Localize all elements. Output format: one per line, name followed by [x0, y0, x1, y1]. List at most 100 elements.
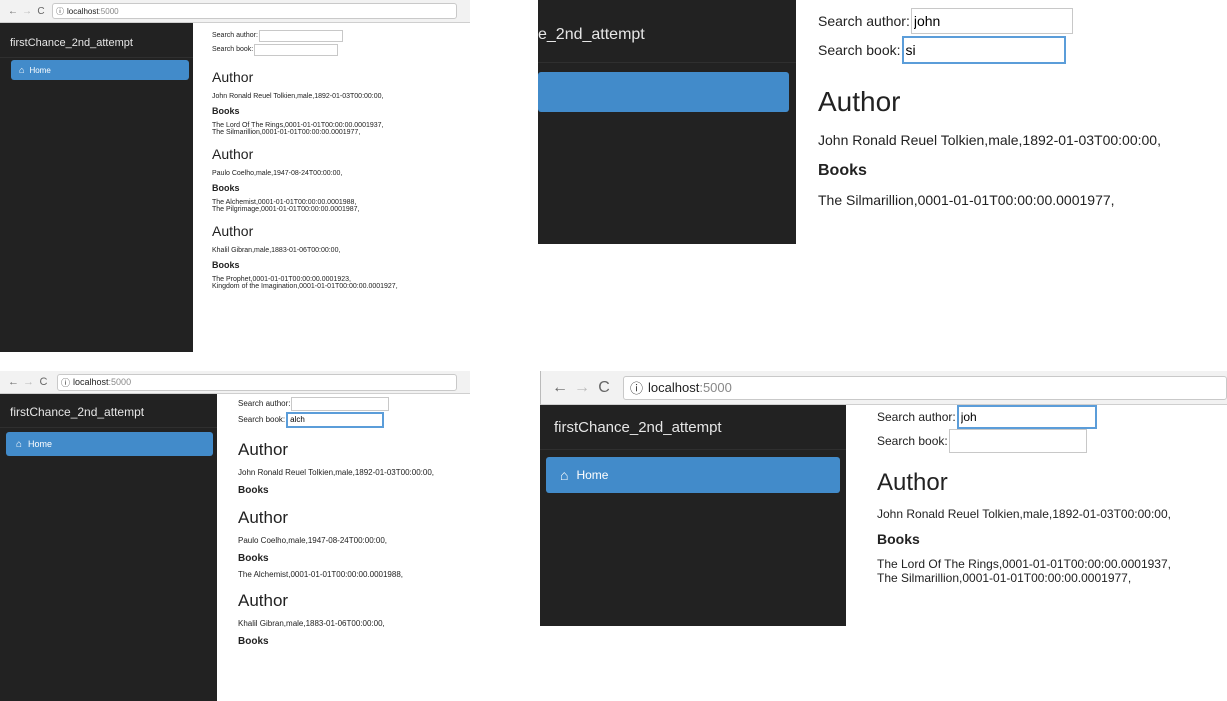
sidebar-item-home[interactable]: ⌂ Home: [546, 457, 840, 493]
screenshot-panel-bottom-right: ← → C ⓘ localhost:5000 firstChance_2nd_a…: [540, 371, 1227, 626]
address-bar[interactable]: ⓘ localhost:5000: [623, 375, 1227, 400]
screenshot-panel-bottom-left: ← → C ⓘ localhost:5000 firstChance_2nd_a…: [0, 371, 470, 701]
search-book-label: Search book:: [877, 434, 948, 448]
author-heading: Author: [238, 440, 289, 459]
home-icon: ⌂: [16, 438, 23, 450]
search-author-row: Search author:: [818, 8, 1218, 34]
forward-arrow-icon[interactable]: →: [20, 6, 34, 17]
search-book-input[interactable]: [254, 43, 339, 56]
browser-toolbar: ← → C ⓘ localhost:5000: [540, 371, 1227, 405]
main-content: Search author: Search book: Author John …: [212, 29, 467, 290]
book-item: The Alchemist,0001-01-01T00:00:00.000198…: [238, 570, 404, 579]
forward-arrow-icon[interactable]: →: [21, 376, 36, 388]
author-info: John Ronald Reuel Tolkien,male,1892-01-0…: [212, 93, 384, 100]
author-info: Paulo Coelho,male,1947-08-24T00:00:00,: [238, 536, 387, 545]
address-bar[interactable]: ⓘ localhost:5000: [57, 373, 457, 391]
search-book-row: Search book:: [818, 36, 1218, 64]
search-book-label: Search book:: [818, 42, 901, 58]
sidebar-item-label: Home: [576, 468, 609, 482]
books-heading: Books: [212, 183, 240, 193]
author-heading: Author: [238, 591, 289, 610]
home-icon: ⌂: [560, 467, 569, 483]
brand-title[interactable]: e_2nd_attempt: [538, 0, 796, 63]
brand-title[interactable]: firstChance_2nd_attempt: [540, 405, 846, 450]
books-heading: Books: [238, 553, 269, 564]
search-book-label: Search book:: [212, 46, 254, 53]
search-book-row: Search book:: [238, 411, 468, 428]
sidebar: firstChance_2nd_attempt ⌂ Home: [0, 394, 217, 701]
books-heading: Books: [877, 531, 920, 547]
home-icon: ⌂: [19, 65, 25, 75]
search-book-input[interactable]: [948, 429, 1087, 453]
author-info: John Ronald Reuel Tolkien,male,1892-01-0…: [818, 132, 1161, 148]
back-arrow-icon[interactable]: ←: [549, 379, 571, 397]
author-heading: Author: [212, 223, 254, 239]
info-icon: ⓘ: [61, 377, 71, 388]
search-author-input[interactable]: [291, 396, 390, 411]
books-heading: Books: [212, 106, 240, 116]
brand-title[interactable]: firstChance_2nd_attempt: [0, 23, 193, 58]
back-arrow-icon[interactable]: ←: [6, 6, 20, 17]
book-item: The Silmarillion,0001-01-01T00:00:00.000…: [818, 192, 1115, 208]
url-host: localhost: [73, 377, 109, 387]
sidebar-item-home[interactable]: ⌂ Home: [6, 432, 213, 456]
sidebar-item-label: Home: [29, 65, 51, 75]
info-icon: ⓘ: [630, 381, 644, 396]
author-heading: Author: [212, 69, 254, 85]
browser-toolbar: ← → C ⓘ localhost:5000: [0, 0, 470, 23]
search-author-label: Search author:: [818, 13, 910, 29]
main-content: Search author: Search book: Author John …: [877, 405, 1222, 585]
search-author-row: Search author:: [212, 29, 467, 42]
author-heading: Author: [238, 508, 289, 527]
url-host: localhost: [67, 6, 99, 16]
search-book-input[interactable]: [286, 411, 385, 428]
sidebar-item-home: [538, 72, 789, 112]
info-icon: ⓘ: [56, 6, 64, 16]
books-heading: Books: [818, 162, 867, 179]
book-item: Kingdom of the Imagination,0001-01-01T00…: [212, 283, 398, 290]
search-author-label: Search author:: [238, 399, 291, 408]
search-book-input[interactable]: [901, 36, 1066, 64]
search-author-label: Search author:: [877, 410, 956, 424]
search-author-row: Search author:: [877, 405, 1222, 429]
address-bar[interactable]: ⓘ localhost:5000: [52, 3, 457, 19]
url-host: localhost: [648, 380, 700, 395]
sidebar: firstChance_2nd_attempt ⌂ Home: [0, 23, 193, 352]
author-heading: Author: [818, 86, 901, 117]
search-author-input[interactable]: [956, 405, 1097, 429]
search-author-input[interactable]: [910, 8, 1073, 34]
sidebar-item-home[interactable]: ⌂ Home: [11, 60, 189, 80]
screenshot-panel-top-left: ← → C ⓘ localhost:5000 firstChance_2nd_a…: [0, 0, 470, 352]
book-item: The Lord Of The Rings,0001-01-01T00:00:0…: [877, 557, 1171, 571]
book-item: The Lord Of The Rings,0001-01-01T00:00:0…: [212, 122, 384, 129]
forward-arrow-icon[interactable]: →: [571, 379, 593, 397]
book-item: The Silmarillion,0001-01-01T00:00:00.000…: [877, 571, 1132, 585]
url-port: :5000: [699, 380, 732, 395]
sidebar: firstChance_2nd_attempt ⌂ Home: [540, 405, 846, 626]
author-info: Khalil Gibran,male,1883-01-06T00:00:00,: [238, 619, 385, 628]
search-book-row: Search book:: [877, 429, 1222, 453]
main-content: Search author: Search book: Author John …: [818, 8, 1218, 208]
books-heading: Books: [238, 636, 269, 647]
search-author-row: Search author:: [238, 396, 468, 411]
author-info: Khalil Gibran,male,1883-01-06T00:00:00,: [212, 247, 341, 254]
search-author-input[interactable]: [258, 29, 343, 42]
search-book-row: Search book:: [212, 42, 467, 57]
browser-toolbar: ← → C ⓘ localhost:5000: [0, 371, 470, 394]
sidebar: e_2nd_attempt: [538, 0, 796, 244]
back-arrow-icon[interactable]: ←: [6, 376, 21, 388]
author-info: Paulo Coelho,male,1947-08-24T00:00:00,: [212, 170, 343, 177]
search-book-label: Search book:: [238, 415, 286, 424]
books-heading: Books: [212, 260, 240, 270]
main-content: Search author: Search book: Author John …: [238, 396, 468, 647]
sidebar-item-label: Home: [28, 439, 53, 449]
brand-title[interactable]: firstChance_2nd_attempt: [0, 394, 217, 428]
reload-icon[interactable]: C: [36, 376, 51, 388]
book-item: The Pilgrimage,0001-01-01T00:00:00.00019…: [212, 206, 360, 213]
book-item: The Prophet,0001-01-01T00:00:00.0001923,: [212, 276, 351, 283]
book-item: The Silmarillion,0001-01-01T00:00:00.000…: [212, 129, 361, 136]
books-heading: Books: [238, 485, 269, 496]
reload-icon[interactable]: C: [593, 379, 615, 397]
author-info: John Ronald Reuel Tolkien,male,1892-01-0…: [877, 507, 1171, 521]
reload-icon[interactable]: C: [34, 6, 48, 17]
